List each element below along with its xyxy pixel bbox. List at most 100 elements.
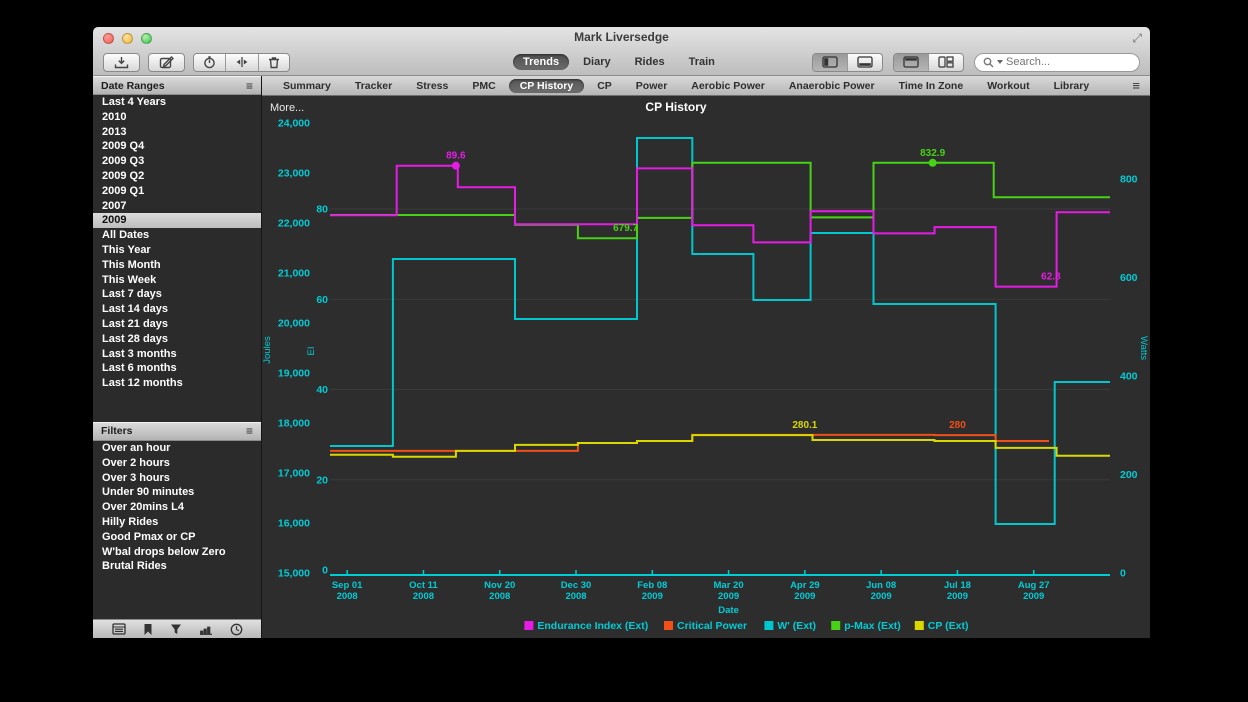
delete-activity-button[interactable] [259,54,289,71]
tab-time-in-zone[interactable]: Time In Zone [888,79,975,93]
filters-menu-icon[interactable]: ≡ [246,424,253,438]
joules-tick-label: 17,000 [278,468,310,480]
date-range-last-7-days[interactable]: Last 7 days [93,287,261,302]
tab-pmc[interactable]: PMC [461,79,506,93]
view-tab-trends[interactable]: Trends [513,54,569,70]
date-range-2009-q4[interactable]: 2009 Q4 [93,139,261,154]
bookmark-icon[interactable] [143,623,153,636]
date-range-last-4-years[interactable]: Last 4 Years [93,95,261,110]
date-range-last-21-days[interactable]: Last 21 days [93,317,261,332]
date-range-last-6-months[interactable]: Last 6 months [93,361,261,376]
app-window: Mark Liversedge ⤢ [93,27,1150,638]
x-tick-label: Dec 30 [561,580,592,591]
bottom-panel-icon [857,56,873,68]
filter-w-bal-drops-below-zero[interactable]: W'bal drops below Zero [93,545,261,560]
date-range-last-14-days[interactable]: Last 14 days [93,302,261,317]
filter-over-2-hours[interactable]: Over 2 hours [93,456,261,471]
x-tick-label-year: 2009 [1023,591,1044,602]
tab-aerobic-power[interactable]: Aerobic Power [680,79,776,93]
date-range-2009-q3[interactable]: 2009 Q3 [93,154,261,169]
x-tick-label-year: 2009 [718,591,739,602]
date-range-this-month[interactable]: This Month [93,258,261,273]
stopwatch-button[interactable] [194,54,226,71]
tab-power[interactable]: Power [625,79,679,93]
date-range-last-12-months[interactable]: Last 12 months [93,376,261,391]
x-tick-label: Sep 01 [332,580,363,591]
annotation-832.9: 832.9 [920,148,945,159]
series-critical-power [330,435,1049,451]
table-icon[interactable] [112,623,126,635]
single-window-icon [903,56,919,68]
filter-over-3-hours[interactable]: Over 3 hours [93,471,261,486]
ei-tick-label: 20 [316,474,328,486]
zoom-button[interactable] [141,33,152,44]
date-ranges-header[interactable]: Date Ranges ≡ [93,76,261,95]
search-field[interactable] [974,53,1140,72]
split-activity-button[interactable] [226,54,259,71]
tab-stress[interactable]: Stress [405,79,459,93]
x-tick-label-year: 2008 [337,591,358,602]
window-chrome: Mark Liversedge ⤢ [93,27,1150,76]
tab-cp-history[interactable]: CP History [509,79,585,93]
search-scope-arrow[interactable] [997,60,1003,64]
toggle-bottom-panel-button[interactable] [848,54,882,71]
x-tick-label-year: 2008 [565,591,586,602]
x-axis-title: Date [718,605,739,616]
date-range-last-28-days[interactable]: Last 28 days [93,332,261,347]
filter-good-pmax-or-cp[interactable]: Good Pmax or CP [93,530,261,545]
tab-library[interactable]: Library [1043,79,1101,93]
view-tab-train[interactable]: Train [679,54,725,70]
title-bar[interactable]: Mark Liversedge ⤢ [93,27,1150,49]
view-tab-rides[interactable]: Rides [625,54,675,70]
x-tick-label-year: 2008 [489,591,510,602]
filter-brutal-rides[interactable]: Brutal Rides [93,559,261,574]
date-ranges-menu-icon[interactable]: ≡ [246,79,253,93]
legend-swatch [764,621,773,630]
chart-tab-bar: SummaryTrackerStressPMCCP HistoryCPPower… [262,76,1150,96]
annotation-679.7: 679.7 [613,223,638,234]
minimize-button[interactable] [122,33,133,44]
filter-under-90-minutes[interactable]: Under 90 minutes [93,485,261,500]
right-toolbar [812,53,1140,72]
cp-history-chart[interactable]: 24,00023,00022,00021,00020,00019,00018,0… [262,96,1149,638]
tiled-view-button[interactable] [929,54,963,71]
date-range-2013[interactable]: 2013 [93,125,261,140]
filters-header[interactable]: Filters ≡ [93,422,261,441]
date-range-2010[interactable]: 2010 [93,110,261,125]
x-tick-label-year: 2009 [947,591,968,602]
date-range-2009[interactable]: 2009 [93,213,261,228]
date-range-2009-q1[interactable]: 2009 Q1 [93,184,261,199]
sidebar-panel-icon [822,56,838,68]
single-view-button[interactable] [894,54,929,71]
filter-over-an-hour[interactable]: Over an hour [93,441,261,456]
filter-hilly-rides[interactable]: Hilly Rides [93,515,261,530]
tab-summary[interactable]: Summary [272,79,342,93]
tab-cp[interactable]: CP [586,79,623,93]
tabbar-menu-icon[interactable]: ≡ [1132,78,1140,93]
clock-icon[interactable] [230,623,243,636]
date-range-2007[interactable]: 2007 [93,199,261,214]
toggle-sidebar-button[interactable] [813,54,848,71]
filter-funnel-icon[interactable] [170,623,182,635]
search-input[interactable] [1006,56,1116,68]
tab-anaerobic-power[interactable]: Anaerobic Power [778,79,886,93]
date-range-last-3-months[interactable]: Last 3 months [93,347,261,362]
bar-chart-icon[interactable] [199,623,213,635]
watts-tick-label: 600 [1120,272,1138,284]
filter-over-20mins-l4[interactable]: Over 20mins L4 [93,500,261,515]
date-range-all-dates[interactable]: All Dates [93,228,261,243]
tab-tracker[interactable]: Tracker [344,79,403,93]
joules-tick-label: 21,000 [278,268,310,280]
tab-workout[interactable]: Workout [976,79,1040,93]
fullscreen-icon[interactable]: ⤢ [1132,31,1142,46]
annotation-62.8: 62.8 [1041,272,1061,283]
manual-activity-button[interactable] [148,53,185,72]
date-range-this-week[interactable]: This Week [93,273,261,288]
date-range-this-year[interactable]: This Year [93,243,261,258]
chart-area: More... CP History 24,00023,00022,00021,… [262,96,1150,638]
download-activity-button[interactable] [103,53,140,72]
date-range-2009-q2[interactable]: 2009 Q2 [93,169,261,184]
data-point-marker [452,162,460,170]
view-tab-diary[interactable]: Diary [573,54,621,70]
close-button[interactable] [103,33,114,44]
